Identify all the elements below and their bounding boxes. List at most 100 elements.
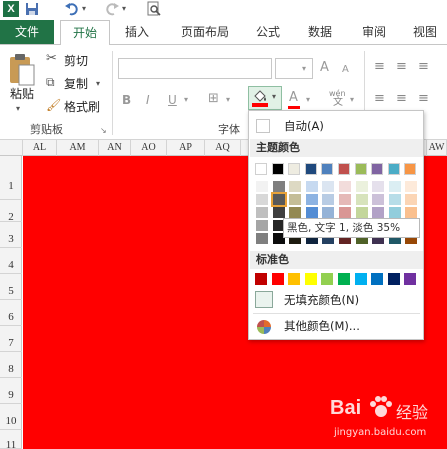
theme-shade-swatch[interactable] <box>405 207 418 218</box>
row-header[interactable]: 8 <box>0 352 22 378</box>
theme-shade-swatch[interactable] <box>355 181 368 192</box>
font-color-button[interactable]: A <box>289 90 298 106</box>
undo-icon[interactable] <box>64 1 80 17</box>
row-header[interactable]: 11 <box>0 430 22 449</box>
theme-shade-swatch[interactable] <box>256 194 268 205</box>
underline-button[interactable]: U <box>168 92 177 108</box>
decrease-font-icon[interactable]: A <box>342 62 349 78</box>
row-header[interactable]: 1 <box>0 156 22 200</box>
automatic-color-item[interactable]: 自动(A) <box>250 115 423 137</box>
phonetic-dropdown-icon[interactable]: ▾ <box>350 92 354 108</box>
border-icon[interactable]: ⊞ <box>208 91 219 107</box>
tab-page-layout[interactable]: 页面布局 <box>170 20 240 44</box>
cut-button[interactable]: 剪切 <box>64 52 88 69</box>
column-header[interactable]: AM <box>57 140 99 156</box>
phonetic-guide-bottom[interactable]: 文 <box>333 95 343 111</box>
align-left-icon[interactable]: ≡ <box>374 91 385 107</box>
tab-home[interactable]: 开始 <box>60 20 110 45</box>
redo-dropdown-icon[interactable]: ▾ <box>122 1 126 17</box>
standard-color-swatch[interactable] <box>271 273 284 285</box>
column-header[interactable]: AL <box>23 140 57 156</box>
standard-color-swatch[interactable] <box>354 273 367 285</box>
theme-shade-swatch[interactable] <box>322 207 335 218</box>
row-header[interactable]: 10 <box>0 404 22 430</box>
format-painter-button[interactable]: 格式刷 <box>64 98 100 115</box>
select-all-corner[interactable] <box>0 140 23 156</box>
theme-shade-swatch[interactable] <box>388 194 401 205</box>
column-header[interactable]: AW <box>427 140 447 156</box>
theme-shade-swatch[interactable] <box>339 194 351 205</box>
theme-color-swatch[interactable] <box>338 163 350 175</box>
theme-shade-swatch[interactable] <box>272 207 285 218</box>
standard-color-swatch[interactable] <box>321 273 334 285</box>
font-color-dropdown-icon[interactable]: ▾ <box>306 92 310 108</box>
row-header[interactable]: 3 <box>0 222 22 248</box>
row-header[interactable]: 2 <box>0 200 22 223</box>
align-center-icon[interactable]: ≡ <box>396 91 407 107</box>
align-bottom-icon[interactable]: ≡ <box>418 59 429 75</box>
theme-shade-swatch[interactable] <box>388 207 401 218</box>
theme-color-swatch[interactable] <box>288 163 301 175</box>
theme-shade-swatch[interactable] <box>289 194 302 205</box>
undo-dropdown-icon[interactable]: ▾ <box>82 1 86 17</box>
theme-shade-swatch[interactable] <box>289 207 302 218</box>
align-right-icon[interactable]: ≡ <box>418 91 429 107</box>
theme-shade-swatch[interactable] <box>256 233 268 244</box>
paste-button-label[interactable]: 粘贴 <box>10 85 34 102</box>
column-header[interactable]: AQ <box>205 140 241 156</box>
row-header[interactable]: 5 <box>0 274 22 300</box>
tab-data[interactable]: 数据 <box>300 20 340 44</box>
standard-color-swatch[interactable] <box>255 273 267 285</box>
more-colors-item[interactable]: 其他颜色(M)... <box>250 315 423 337</box>
increase-font-icon[interactable]: A <box>320 60 329 76</box>
theme-color-swatch[interactable] <box>255 163 267 175</box>
standard-color-swatch[interactable] <box>404 273 417 285</box>
font-size-dropdown-icon[interactable]: ▾ <box>302 61 306 77</box>
column-header[interactable]: AN <box>99 140 131 156</box>
column-header[interactable]: AP <box>167 140 205 156</box>
theme-shade-swatch[interactable] <box>339 207 351 218</box>
bold-button[interactable]: B <box>122 92 131 108</box>
theme-shade-swatch[interactable] <box>305 181 318 192</box>
theme-shade-swatch[interactable] <box>305 194 318 205</box>
row-header[interactable]: 7 <box>0 326 22 352</box>
theme-shade-swatch[interactable] <box>355 194 368 205</box>
standard-color-swatch[interactable] <box>288 273 301 285</box>
align-middle-icon[interactable]: ≡ <box>396 59 407 75</box>
theme-shade-swatch[interactable] <box>355 207 368 218</box>
theme-color-swatch[interactable] <box>387 163 400 175</box>
theme-shade-swatch[interactable] <box>405 181 418 192</box>
theme-shade-swatch[interactable] <box>405 194 418 205</box>
standard-color-swatch[interactable] <box>387 273 400 285</box>
copy-dropdown-icon[interactable]: ▾ <box>96 76 100 92</box>
theme-shade-swatch[interactable] <box>256 220 268 231</box>
theme-shade-swatch[interactable] <box>372 181 385 192</box>
theme-shade-swatch[interactable] <box>256 207 268 218</box>
theme-color-swatch[interactable] <box>321 163 334 175</box>
redo-icon[interactable] <box>104 1 120 17</box>
paste-icon[interactable] <box>8 53 36 87</box>
theme-shade-swatch[interactable] <box>272 181 285 192</box>
theme-shade-swatch[interactable] <box>388 181 401 192</box>
tab-formulas[interactable]: 公式 <box>248 20 288 44</box>
theme-shade-swatch[interactable] <box>289 181 302 192</box>
theme-color-swatch[interactable] <box>271 163 284 175</box>
standard-color-swatch[interactable] <box>338 273 350 285</box>
selected-shade-swatch[interactable] <box>270 192 287 207</box>
tab-view[interactable]: 视图 <box>405 20 445 44</box>
font-name-combo[interactable] <box>118 58 272 79</box>
tab-insert[interactable]: 插入 <box>115 20 159 44</box>
save-icon[interactable] <box>24 1 40 17</box>
copy-button[interactable]: 复制 <box>64 75 88 92</box>
tab-file[interactable]: 文件 <box>0 20 54 44</box>
theme-shade-swatch[interactable] <box>372 194 385 205</box>
theme-shade-swatch[interactable] <box>322 194 335 205</box>
column-header[interactable]: AO <box>131 140 167 156</box>
theme-color-swatch[interactable] <box>371 163 384 175</box>
clipboard-launcher-icon[interactable]: ↘ <box>100 123 107 139</box>
italic-button[interactable]: I <box>146 92 150 108</box>
row-header[interactable]: 4 <box>0 248 22 274</box>
theme-shade-swatch[interactable] <box>372 207 385 218</box>
theme-shade-swatch[interactable] <box>339 181 351 192</box>
theme-shade-swatch[interactable] <box>322 181 335 192</box>
